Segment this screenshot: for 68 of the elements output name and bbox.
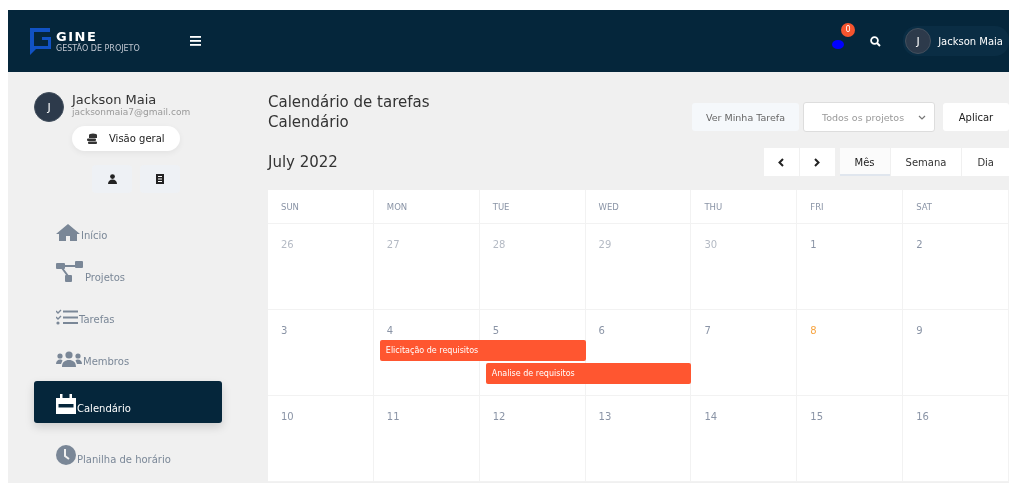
day-number[interactable]: 27 bbox=[386, 239, 400, 250]
day-number[interactable]: 7 bbox=[704, 325, 711, 336]
avatar: J bbox=[34, 92, 64, 122]
logo-drawing: GINE GESTÃO DE PROJETO bbox=[28, 26, 140, 56]
clock-icon bbox=[56, 445, 76, 465]
nav-item[interactable]: Calendário bbox=[34, 381, 222, 423]
day-number[interactable]: 13 bbox=[598, 411, 612, 422]
day-number[interactable]: 10 bbox=[281, 411, 294, 422]
day-number[interactable]: 30 bbox=[704, 239, 718, 250]
day-number[interactable]: 2 bbox=[916, 239, 923, 250]
chevron-down-icon bbox=[918, 114, 926, 120]
day-number[interactable]: 12 bbox=[492, 411, 506, 422]
day-number[interactable]: 14 bbox=[704, 411, 718, 422]
checklist-icon bbox=[56, 309, 78, 325]
event-bar[interactable]: Analise de requisitos bbox=[485, 363, 692, 384]
day-number[interactable]: 26 bbox=[281, 239, 294, 250]
document-icon[interactable] bbox=[140, 165, 180, 193]
apply-button[interactable]: Aplicar bbox=[943, 103, 1009, 131]
nav-item[interactable]: Tarefas bbox=[34, 297, 222, 325]
day-number[interactable]: 6 bbox=[598, 325, 605, 336]
day-number[interactable]: 11 bbox=[386, 411, 400, 422]
weekday-label: THU bbox=[704, 202, 723, 212]
project-select[interactable]: Todos os projetos bbox=[803, 102, 935, 132]
view-tab[interactable]: Dia bbox=[962, 148, 1009, 176]
notification-count: 0 bbox=[841, 22, 856, 37]
weekday-label: SUN bbox=[281, 202, 299, 212]
my-tasks-button[interactable]: Ver Minha Tarefa bbox=[692, 103, 799, 131]
nav-item[interactable]: Planilha de horário bbox=[34, 437, 222, 465]
chevron-left-icon bbox=[778, 157, 785, 167]
page-title: Calendário de tarefas bbox=[268, 92, 430, 112]
home-icon bbox=[56, 223, 80, 241]
view-tab[interactable]: Semana bbox=[890, 148, 962, 176]
user-icon[interactable] bbox=[92, 165, 132, 193]
user-name: Jackson Maia bbox=[72, 92, 158, 107]
page-subtitle: Calendário bbox=[268, 112, 350, 132]
day-number[interactable]: 4 bbox=[386, 325, 394, 336]
calendar-icon bbox=[56, 394, 76, 414]
nav-item[interactable]: Início bbox=[34, 213, 222, 241]
day-number[interactable]: 5 bbox=[492, 325, 500, 336]
nav-item[interactable]: Projetos bbox=[34, 255, 222, 283]
day-number[interactable]: 8 bbox=[810, 325, 817, 336]
day-number[interactable]: 29 bbox=[598, 239, 612, 250]
event-bar[interactable]: Elicitação de requisitos bbox=[379, 340, 586, 361]
day-number[interactable]: 9 bbox=[916, 325, 923, 336]
coins-icon bbox=[87, 133, 99, 144]
day-number[interactable]: 16 bbox=[916, 411, 929, 422]
weekday-label: MON bbox=[386, 202, 408, 212]
menu-icon[interactable] bbox=[187, 34, 203, 48]
day-number[interactable]: 28 bbox=[492, 239, 506, 250]
sitemap-icon bbox=[56, 261, 84, 283]
users-icon bbox=[56, 351, 82, 367]
chevron-right-icon bbox=[814, 157, 821, 167]
user-email: jacksonmaia7@gmail.com bbox=[72, 107, 191, 117]
search-icon[interactable] bbox=[870, 35, 882, 47]
weekday-label: TUE bbox=[492, 202, 510, 212]
overview-button[interactable]: Visão geral bbox=[72, 126, 180, 151]
nav-item[interactable]: Membros bbox=[34, 339, 222, 367]
weekday-label: SAT bbox=[916, 202, 933, 212]
next-button[interactable] bbox=[799, 148, 835, 176]
view-tab[interactable]: Mês bbox=[839, 148, 890, 176]
weekday-label: WED bbox=[598, 202, 619, 212]
day-number[interactable]: 1 bbox=[810, 239, 817, 250]
day-number[interactable]: 15 bbox=[810, 411, 823, 422]
month-title: July 2022 bbox=[268, 153, 339, 171]
previous-button[interactable] bbox=[763, 148, 799, 176]
user-menu[interactable]: J Jackson Maia bbox=[903, 26, 1009, 56]
day-number[interactable]: 3 bbox=[281, 325, 288, 336]
weekday-label: FRI bbox=[810, 202, 824, 212]
